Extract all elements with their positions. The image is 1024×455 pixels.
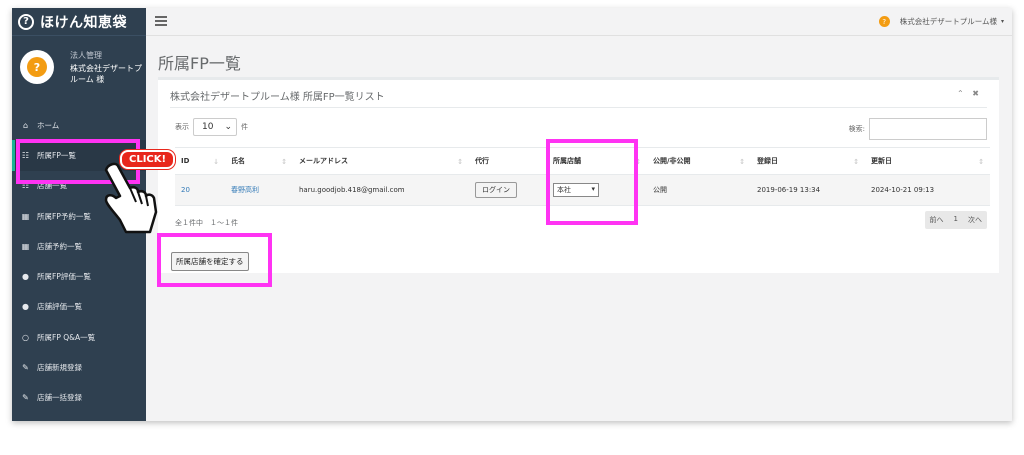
sidebar-item-label: 店舗新規登録 (37, 363, 82, 373)
pagination-page[interactable]: 1 (949, 211, 963, 229)
cell-name[interactable]: 春野高利 (225, 174, 293, 206)
menu-toggle-icon[interactable] (155, 16, 167, 26)
sidebar-item-label: 所属FP評価一覧 (37, 272, 91, 282)
user-avatar-icon: ? (878, 16, 890, 27)
cell-registered: 2019-06-19 13:34 (751, 174, 865, 206)
sidebar-item-label: 店舗評価一覧 (37, 302, 82, 312)
calendar-icon: ▦ (21, 211, 30, 221)
sort-icon: ↕ (853, 158, 859, 166)
pagination-prev[interactable]: 前へ (925, 211, 949, 229)
sidebar-item-fp-reviews[interactable]: ● 所属FP評価一覧 (12, 261, 146, 291)
sort-icon: ↓ (213, 158, 219, 166)
table-info: 全１件中 １〜１件 (175, 219, 238, 227)
sidebar-item-label: 所属FP予約一覧 (37, 211, 91, 221)
brand-name: ほけん知恵袋 (40, 14, 127, 31)
search-label: 検索: (848, 125, 865, 133)
column-header-proxy[interactable]: 代行 (469, 147, 547, 175)
cell-visibility: 公開 (647, 174, 751, 206)
page-title: 所属FP一覧 (158, 54, 241, 73)
profile-name: 株式会社デザートプルーム 様 (70, 64, 142, 84)
sidebar-item-label: 店舗予約一覧 (37, 241, 82, 251)
sort-icon: ↕ (739, 158, 745, 166)
user-menu[interactable]: ? 株式会社デザートプルーム様 ▾ (878, 16, 1004, 27)
edit-icon: ✎ (22, 393, 29, 403)
user-name: 株式会社デザートプルーム様 (899, 17, 997, 26)
chevron-down-icon: ▾ (1000, 18, 1004, 25)
panel-title: 株式会社デザートプルーム様 所属FP一覧リスト (170, 92, 385, 103)
close-icon[interactable]: ✖ (972, 89, 979, 98)
top-bar: ? 株式会社デザートプルーム様 ▾ (146, 8, 1012, 36)
sidebar-item-label: ホーム (37, 120, 60, 130)
column-header-id[interactable]: ID ↓ (175, 147, 225, 175)
column-header-email[interactable]: メールアドレス ↕ (293, 147, 469, 175)
brand[interactable]: ? ほけん知恵袋 (12, 8, 146, 36)
page-size-select[interactable]: 10 ⌄ (193, 118, 237, 136)
sidebar-item-store-bulk-register[interactable]: ✎ 店舗一括登録 (12, 383, 146, 413)
column-header-registered[interactable]: 登録日 ↕ (751, 147, 865, 175)
panel-header: 株式会社デザートプルーム様 所属FP一覧リスト ⌃ ✖ (170, 80, 987, 108)
cell-id[interactable]: 20 (175, 174, 225, 206)
comment-icon: ● (22, 302, 29, 312)
avatar: ? (20, 50, 54, 84)
highlight-store-column (546, 139, 638, 225)
column-header-visibility[interactable]: 公開/非公開 ↕ (647, 147, 751, 175)
sidebar-item-fp-qa[interactable]: ○ 所属FP Q&A一覧 (12, 322, 146, 352)
page-size-suffix: 件 (241, 123, 248, 131)
chevron-down-icon: ⌄ (224, 122, 232, 132)
comment-icon: ● (22, 272, 29, 282)
collapse-icon[interactable]: ⌃ (957, 89, 964, 98)
sort-icon: ↕ (281, 158, 287, 166)
page-size-control: 表示 10 ⌄ 件 (175, 118, 248, 136)
sidebar-item-store-reviews[interactable]: ● 店舗評価一覧 (12, 292, 146, 322)
comments-icon: ○ (22, 332, 29, 342)
cell-email: haru.goodjob.418@gmail.com (293, 174, 469, 206)
home-icon: ⌂ (22, 120, 29, 130)
sidebar-item-label: 所属FP Q&A一覧 (37, 332, 96, 342)
highlight-confirm-button (157, 233, 272, 287)
cell-updated: 2024-10-21 09:13 (865, 174, 990, 206)
sort-icon: ↕ (457, 158, 463, 166)
column-header-updated[interactable]: 更新日 ↕ (865, 147, 990, 175)
edit-icon: ✎ (22, 363, 29, 373)
page-size-prefix: 表示 (175, 123, 189, 131)
column-header-name[interactable]: 氏名 ↕ (225, 147, 293, 175)
pagination: 前へ 1 次へ (924, 211, 987, 229)
search-input[interactable] (869, 118, 987, 140)
brand-logo-icon: ? (18, 13, 34, 30)
profile-role: 法人管理 (70, 51, 102, 60)
main-content: 所属FP一覧 株式会社デザートプルーム様 所属FP一覧リスト ⌃ ✖ 表示 10… (146, 36, 1012, 421)
sidebar-item-label: 店舗一括登録 (37, 393, 82, 403)
proxy-login-button[interactable]: ログイン (475, 182, 517, 198)
profile: ? 法人管理 株式会社デザートプルーム 様 (12, 36, 146, 104)
calendar-icon: ▦ (21, 241, 30, 251)
cell-proxy: ログイン (469, 174, 547, 206)
app-window: ? ほけん知恵袋 ? 法人管理 株式会社デザートプルーム 様 ⌂ ホーム ☷ 所属F… (12, 8, 1012, 421)
page-size-value: 10 (202, 122, 214, 132)
sort-icon: ↕ (978, 158, 984, 166)
avatar-icon: ? (27, 57, 47, 77)
pagination-next[interactable]: 次へ (963, 211, 987, 229)
sidebar-item-home[interactable]: ⌂ ホーム (12, 110, 146, 140)
search-control: 検索: (849, 118, 987, 140)
sidebar-item-store-register[interactable]: ✎ 店舗新規登録 (12, 352, 146, 382)
pointer-hand-icon (104, 162, 158, 234)
